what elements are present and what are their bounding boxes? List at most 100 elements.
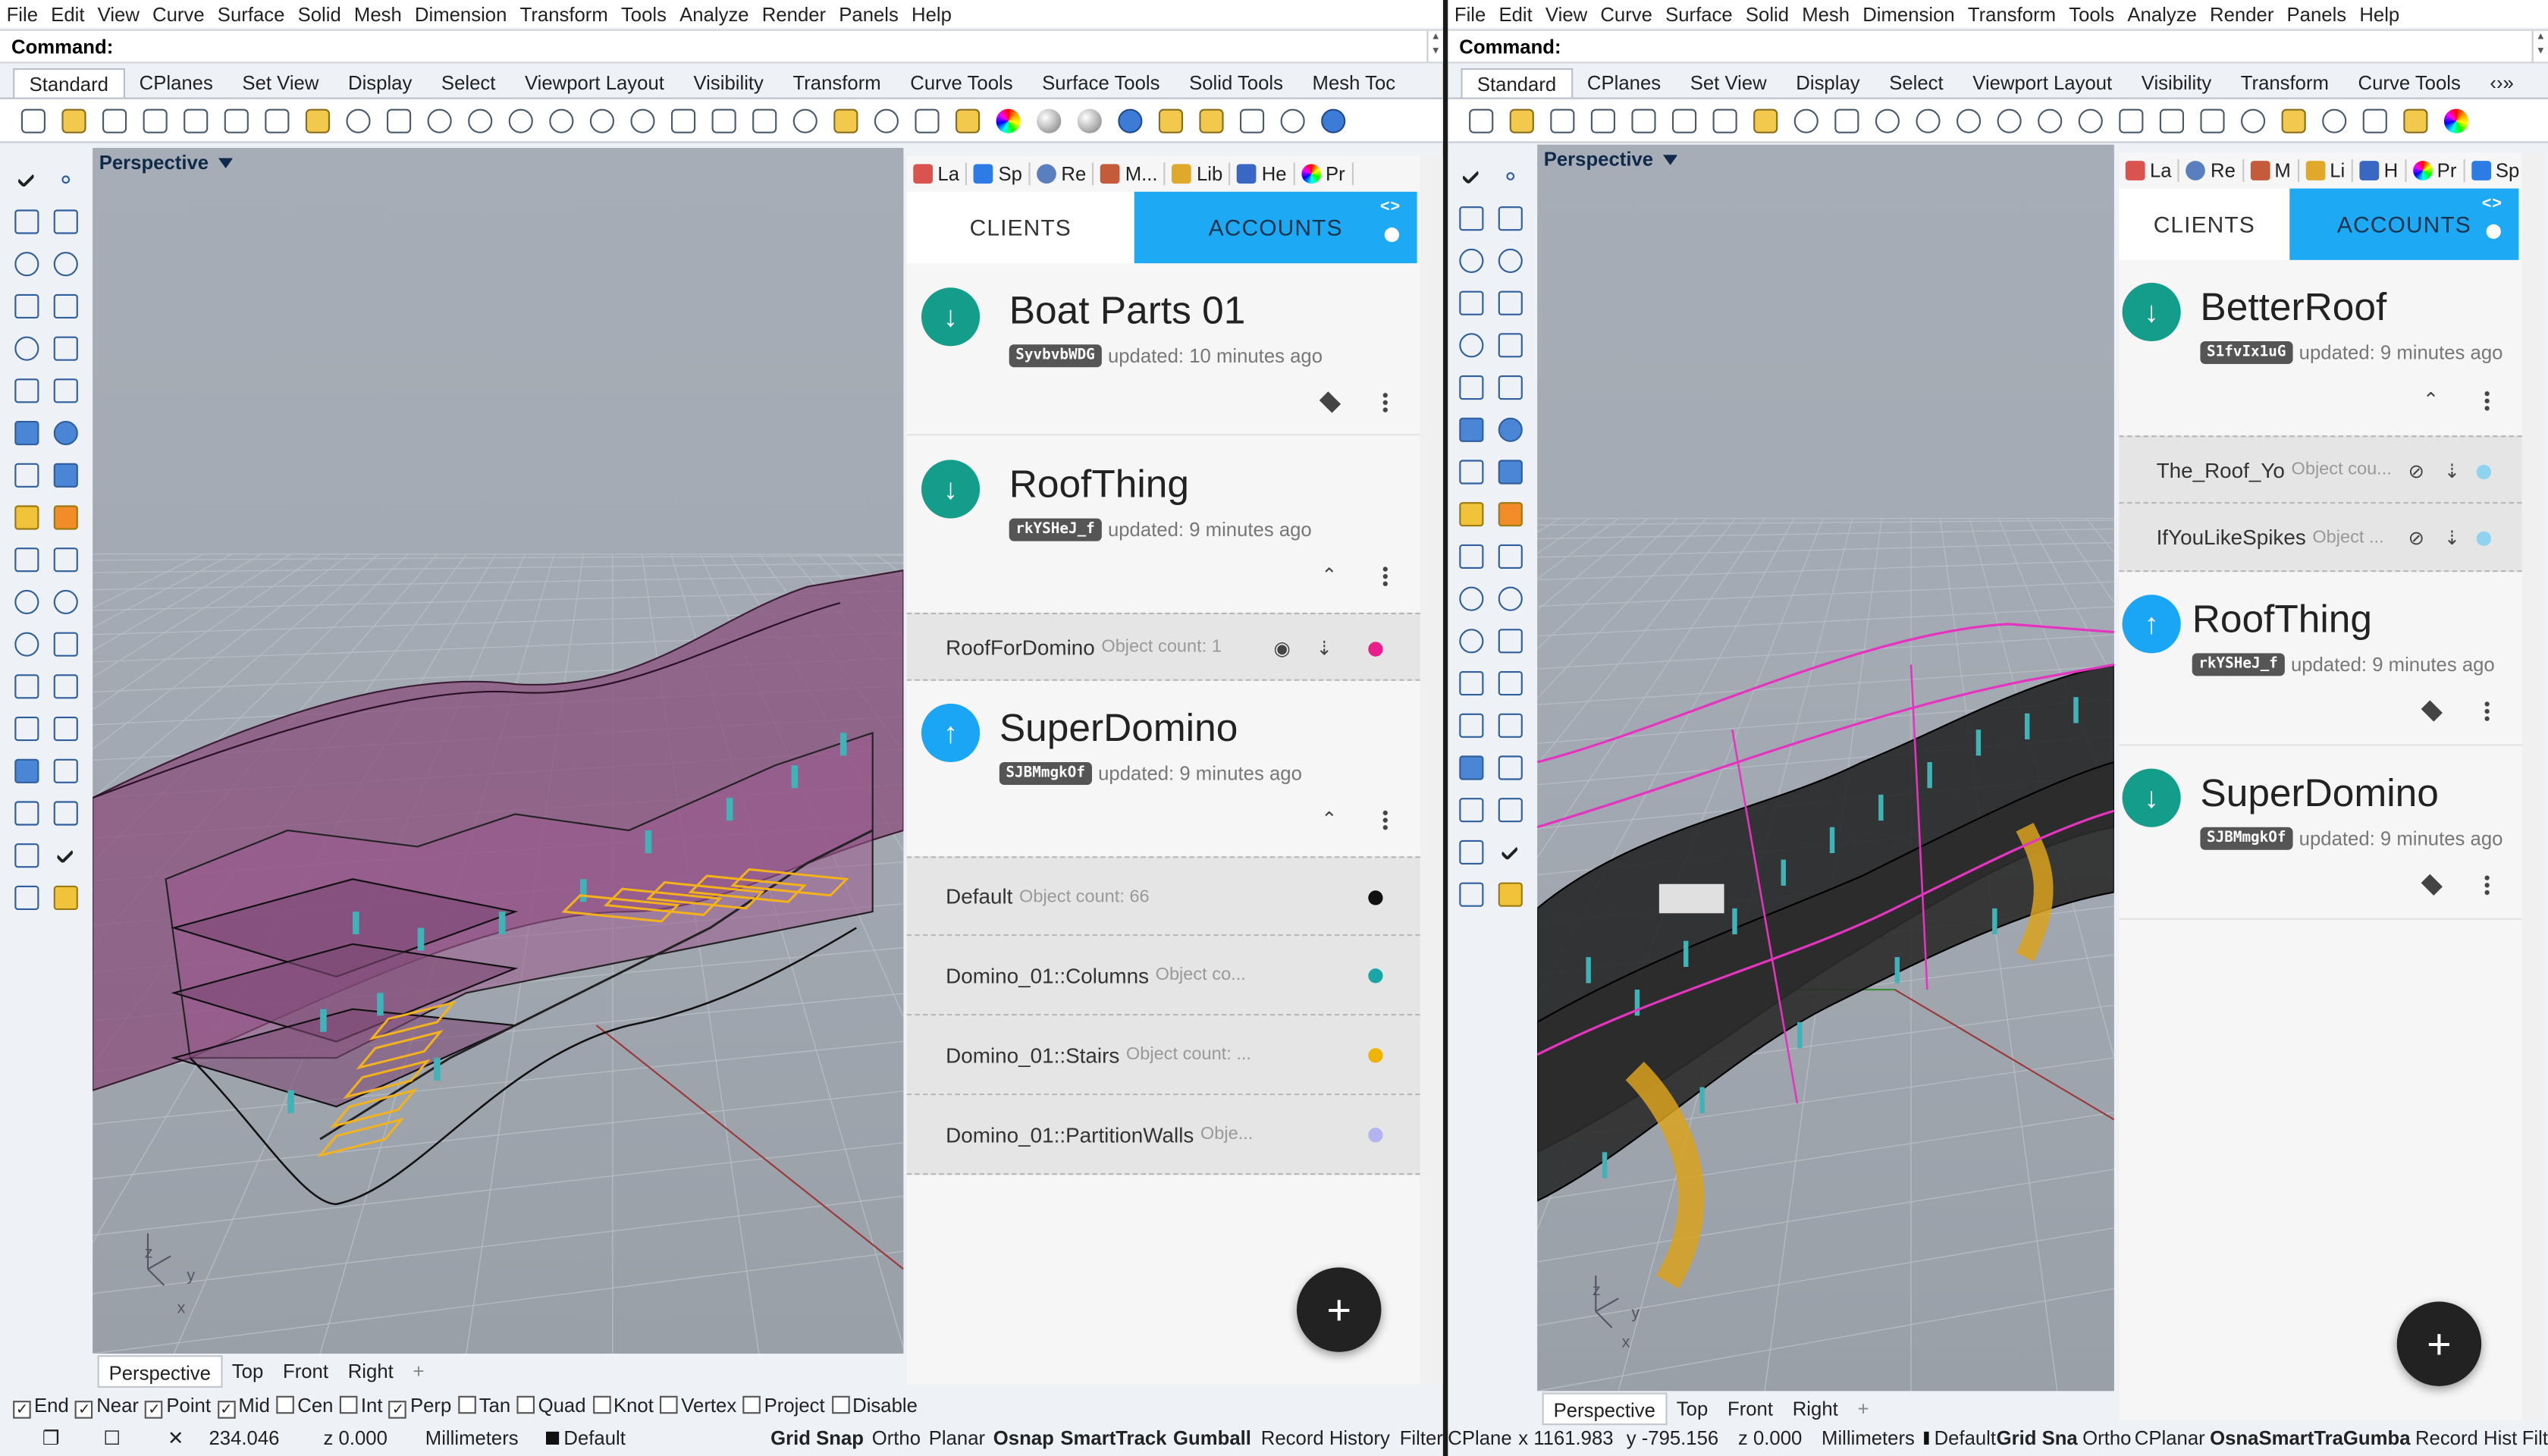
osnap-icon[interactable] [788,103,822,137]
command-scroll[interactable]: ▲ ▼ [2531,30,2548,62]
record-history-toggle[interactable]: Record History [1261,1426,1390,1449]
color-wheel-icon[interactable] [991,103,1025,137]
chevron-down-icon[interactable] [1662,155,1678,165]
tab-standard[interactable]: Standard [1461,68,1573,98]
ellipse-icon[interactable] [1493,243,1526,276]
box-icon[interactable] [1454,413,1487,445]
arc-icon[interactable] [1454,328,1487,361]
explode-icon[interactable] [49,500,81,533]
planar-toggle[interactable]: Planar [929,1426,985,1449]
eye-off-icon[interactable]: ⊘ [2405,460,2427,482]
ellipse-icon[interactable] [49,247,81,280]
array-icon[interactable] [10,712,42,745]
point-icon[interactable] [49,162,81,195]
menu-help[interactable]: Help [912,2,952,25]
osnap-point[interactable]: ✓ Point [145,1394,211,1418]
rectangle-icon[interactable] [49,289,81,322]
select-arrow-icon[interactable] [1454,159,1487,192]
snap-icon[interactable] [49,796,81,829]
checkbox-icon[interactable]: ✓ [389,1400,407,1418]
triangle-icon[interactable] [49,880,81,913]
panel-tab-libraries[interactable]: Lib [1172,162,1232,186]
curve-icon[interactable] [49,205,81,237]
rectangle-icon[interactable] [1493,286,1526,318]
layer-color-dot[interactable] [2476,464,2491,480]
menu-view[interactable]: View [98,2,140,25]
cplane-icon[interactable] [2195,103,2230,137]
tab-display[interactable]: Display [1781,68,1875,98]
layer-color-dot[interactable] [1368,890,1383,905]
rotate-icon[interactable] [1454,624,1487,657]
check-icon[interactable] [49,839,81,871]
paste-icon[interactable] [1749,103,1783,137]
zoom-extents-icon[interactable] [1992,103,2026,137]
cylinder-icon[interactable] [10,458,42,491]
tab-mesh-tools[interactable]: Mesh Toc [1298,68,1410,98]
open-folder-icon[interactable] [57,103,91,137]
layers-icon[interactable] [2420,698,2443,721]
block-icon[interactable] [1454,751,1487,783]
panel-tab-materials[interactable]: M [2250,159,2299,182]
menu-help[interactable]: Help [2359,2,2399,25]
zoom-icon[interactable] [463,103,497,137]
osnap-icon[interactable] [2236,103,2270,137]
block-icon[interactable] [10,754,42,786]
new-file-icon[interactable] [16,103,50,137]
triangle-icon[interactable] [1493,877,1526,910]
menu-curve[interactable]: Curve [1600,2,1652,25]
fillet-icon[interactable] [1493,328,1526,361]
extrude-icon[interactable] [1493,371,1526,403]
zoom-window-icon[interactable] [504,103,538,137]
osnap-knot[interactable]: Knot [592,1395,654,1417]
stream-layer-row[interactable]: The_Roof_Yo Object cou... ⊘ ⇣ [2119,435,2522,504]
light-bulb-icon[interactable] [869,103,903,137]
chevron-up-icon[interactable]: ⌃ [2420,388,2443,411]
extrude-icon[interactable] [49,374,81,406]
array-icon[interactable] [1454,708,1487,741]
points-icon[interactable] [1493,582,1526,614]
tab-visibility[interactable]: Visibility [2126,68,2226,98]
checkbox-icon[interactable] [831,1395,849,1414]
osnap-vertex[interactable]: Vertex [660,1395,736,1417]
tab-solid-tools[interactable]: Solid Tools [1175,68,1298,98]
tab-select[interactable]: Select [1875,68,1958,98]
array-grid-icon[interactable] [1454,793,1487,826]
gear-tools-icon[interactable] [10,500,42,533]
gumball-toggle[interactable]: Gumba [2343,1426,2411,1449]
download-arrow-icon[interactable]: ↓ [2122,768,2181,827]
panel-tab-speckle[interactable]: Sp [2471,159,2522,182]
select-icon[interactable] [829,103,863,137]
tab-curve-tools[interactable]: Curve Tools [896,68,1028,98]
more-options-icon[interactable] [1373,808,1396,830]
viewport-tab-front[interactable]: Front [1718,1392,1783,1425]
stream-layer-row[interactable]: Domino_01::PartitionWalls Obje... [906,1095,1420,1175]
bulb-icon[interactable] [2486,224,2501,239]
undo-view-icon[interactable] [626,103,660,137]
viewport-tab-top[interactable]: Top [222,1355,273,1388]
osnap-tan[interactable]: Tan [457,1395,510,1417]
viewport-title[interactable]: Perspective [1544,148,1678,171]
bulb-icon[interactable] [1384,228,1399,243]
document-icon[interactable] [10,839,42,871]
open-folder-icon[interactable] [1505,103,1539,137]
panel-tab-help[interactable]: H [2359,159,2406,182]
save-icon[interactable] [98,103,132,137]
dimension-icon[interactable] [49,670,81,702]
four-viewports-icon[interactable] [2114,103,2148,137]
checkbox-icon[interactable]: ✓ [75,1400,93,1418]
render-sphere-icon[interactable] [1072,103,1106,137]
points-icon[interactable] [49,585,81,617]
explode-icon[interactable] [1493,497,1526,530]
paint-icon[interactable] [10,880,42,913]
trim-icon[interactable] [10,543,42,576]
lock-icon[interactable] [910,103,944,137]
checkbox-icon[interactable] [457,1395,476,1414]
perspective-viewport[interactable]: Perspective z y x [1537,144,2114,1392]
smarttrack-toggle[interactable]: SmartTrack [1060,1426,1166,1449]
layer-color-dot[interactable] [2476,531,2491,546]
menu-dimension[interactable]: Dimension [415,2,507,25]
panel-scrollbar[interactable] [1420,155,1443,1385]
download-arrow-icon[interactable]: ↓ [921,460,981,519]
stream-layer-row[interactable]: RoofForDomino Object count: 1 ◉ ⇣ [906,612,1420,681]
panel-tab-properties[interactable]: Pr [2412,159,2465,182]
